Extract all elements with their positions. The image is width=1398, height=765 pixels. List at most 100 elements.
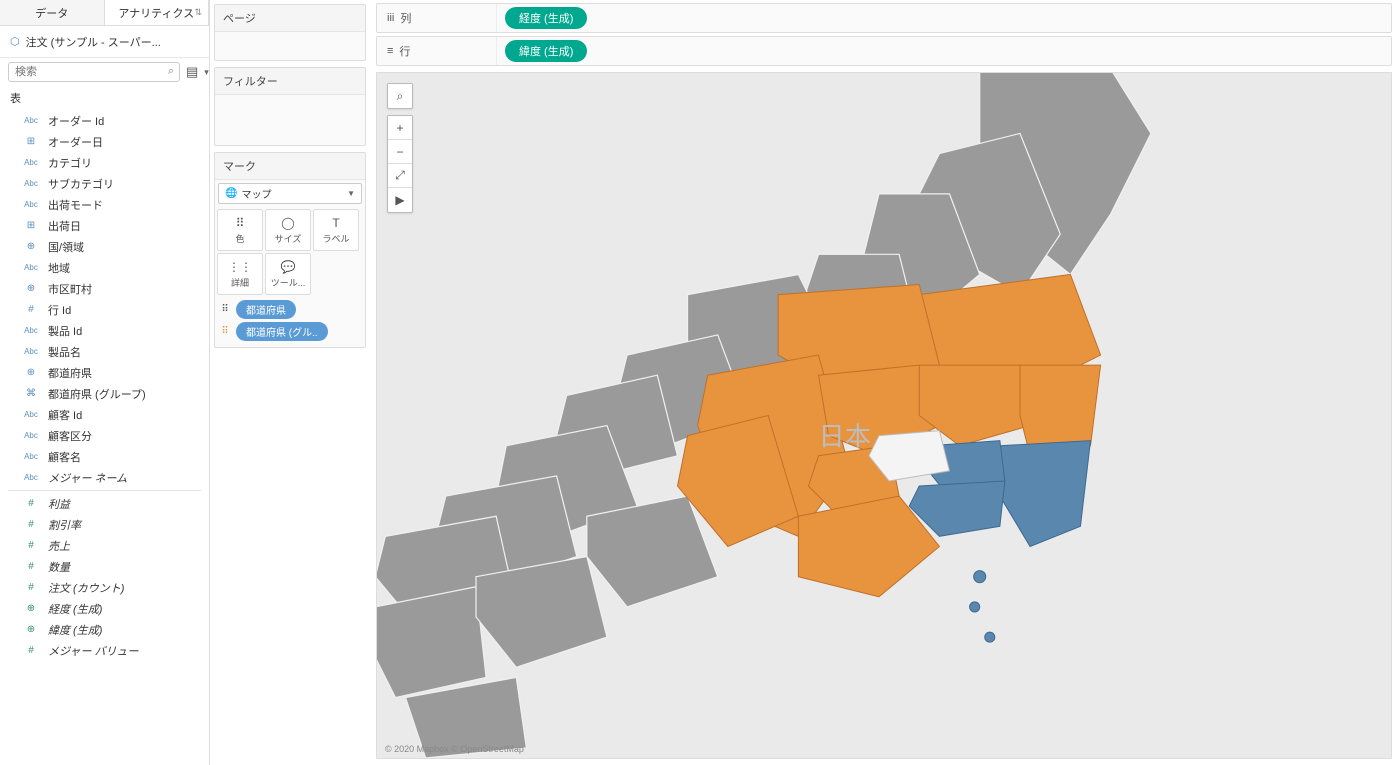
field-item[interactable]: Abc サブカテゴリ xyxy=(0,173,209,194)
field-item[interactable]: # 行 Id xyxy=(0,299,209,320)
field-label: 製品名 xyxy=(48,344,81,360)
marks-color-label: 色 xyxy=(235,232,244,245)
map-viz[interactable]: ⌕ + − ⤢ ▶ © 2020 Mapbox © OpenStreetMap xyxy=(376,72,1392,759)
chevron-right-icon: ▶ xyxy=(395,193,404,207)
viz-column: iii 列 経度 (生成) ≡ 行 緯度 (生成) xyxy=(370,0,1398,765)
marks-tooltip-label: ツール... xyxy=(271,276,306,289)
columns-shelf[interactable]: iii 列 経度 (生成) xyxy=(376,3,1392,33)
field-menu-dropdown[interactable]: ▾ xyxy=(204,67,209,78)
field-label: 国/領域 xyxy=(48,239,84,255)
columns-pill[interactable]: 経度 (生成) xyxy=(505,7,587,29)
field-item[interactable]: #メジャー バリュー xyxy=(0,640,209,661)
search-input[interactable] xyxy=(8,62,180,82)
field-item[interactable]: Abc製品名 xyxy=(0,341,209,362)
columns-label: 列 xyxy=(400,10,411,26)
field-label: オーダー日 xyxy=(48,134,103,150)
Abc-icon: Abc xyxy=(22,326,40,335)
filters-title: フィルター xyxy=(215,68,365,95)
marks-detail-label: 詳細 xyxy=(231,276,249,289)
field-item[interactable]: Abcカテゴリ xyxy=(0,152,209,173)
filters-shelf[interactable] xyxy=(215,95,365,145)
field-item[interactable]: ⊕ 市区町村 xyxy=(0,278,209,299)
map-search-button[interactable]: ⌕ xyxy=(388,84,412,108)
field-item[interactable]: #売上 xyxy=(0,535,209,556)
field-item[interactable]: #割引率 xyxy=(0,514,209,535)
date-icon: ⊞ xyxy=(22,136,40,147)
field-item[interactable]: Abcオーダー Id xyxy=(0,110,209,131)
marks-detail-button[interactable]: ⋮⋮ 詳細 xyxy=(217,253,263,295)
field-label: 市区町村 xyxy=(48,281,92,297)
date-icon: ⊞ xyxy=(22,220,40,231)
field-item[interactable]: Abcメジャー ネーム xyxy=(0,467,209,488)
field-label: 行 Id xyxy=(48,302,71,318)
field-label: 都道府県 (グループ) xyxy=(48,386,146,402)
marks-color-button[interactable]: ⠿ 色 xyxy=(217,209,263,251)
marks-size-button[interactable]: ◯ サイズ xyxy=(265,209,311,251)
tab-data[interactable]: データ xyxy=(0,0,105,25)
size-icon: ◯ xyxy=(281,216,294,230)
color-icon: ⠿ xyxy=(236,216,245,230)
rows-pill[interactable]: 緯度 (生成) xyxy=(505,40,587,62)
map-zoom-in-button[interactable]: + xyxy=(388,116,412,140)
hash-icon: # xyxy=(22,582,40,593)
tables-header: 表 xyxy=(0,86,209,110)
field-item[interactable]: ⊕都道府県 xyxy=(0,362,209,383)
field-item[interactable]: ⊕経度 (生成) xyxy=(0,598,209,619)
clip-icon: ⌘ xyxy=(22,388,40,399)
field-item[interactable]: Abc製品 Id xyxy=(0,320,209,341)
field-item[interactable]: ⊞ オーダー日 xyxy=(0,131,209,152)
Abc-icon: Abc xyxy=(22,263,40,272)
datasource-selector[interactable]: ⬡ 注文 (サンプル - スーパー... xyxy=(0,26,209,58)
datasource-icon: ⬡ xyxy=(10,35,20,48)
field-item[interactable]: #数量 xyxy=(0,556,209,577)
field-item[interactable]: Abc 顧客区分 xyxy=(0,425,209,446)
field-label: 出荷モード xyxy=(48,197,103,213)
field-label: 注文 (カウント) xyxy=(48,580,124,596)
columns-icon: iii xyxy=(387,12,394,24)
field-item[interactable]: Abc出荷モード xyxy=(0,194,209,215)
field-label: 顧客 Id xyxy=(48,407,82,423)
field-item[interactable]: ⊕緯度 (生成) xyxy=(0,619,209,640)
data-panel: データ アナリティクス ⇅ ⬡ 注文 (サンプル - スーパー... ⌕ ▤ ▾… xyxy=(0,0,210,765)
field-label: 都道府県 xyxy=(48,365,92,381)
map-zoom-out-button[interactable]: − xyxy=(388,140,412,164)
Abc-icon: Abc xyxy=(22,431,40,440)
Abc-icon: Abc xyxy=(22,179,40,188)
globe-icon: ⊕ xyxy=(22,283,40,294)
hash-icon: # xyxy=(22,519,40,530)
field-item[interactable]: ⊕国/領域 xyxy=(0,236,209,257)
mark-type-label: マップ xyxy=(241,186,271,201)
view-toggle-icon[interactable]: ▤ xyxy=(186,64,198,80)
tab-analytics[interactable]: アナリティクス ⇅ xyxy=(105,0,210,25)
mark-type-dropdown[interactable]: 🌐 マップ ▼ xyxy=(218,183,362,204)
marks-title: マーク xyxy=(215,153,365,180)
field-label: サブカテゴリ xyxy=(48,176,114,192)
detail-pill[interactable]: 都道府県 xyxy=(236,300,296,319)
field-item[interactable]: Abc顧客名 xyxy=(0,446,209,467)
field-label: 利益 xyxy=(48,496,70,512)
field-item[interactable]: ⊞出荷日 xyxy=(0,215,209,236)
pages-title: ページ xyxy=(215,5,365,32)
color-pill[interactable]: 都道府県 (グル.. xyxy=(236,322,328,341)
map-tools-button[interactable]: ▶ xyxy=(388,188,412,212)
field-item[interactable]: Abc地域 xyxy=(0,257,209,278)
minus-icon: − xyxy=(396,145,403,159)
field-item[interactable]: #利益 xyxy=(0,493,209,514)
pages-shelf[interactable] xyxy=(215,32,365,60)
Abc-icon: Abc xyxy=(22,116,40,125)
map-zoom-home-button[interactable]: ⤢ xyxy=(388,164,412,188)
rows-shelf[interactable]: ≡ 行 緯度 (生成) xyxy=(376,36,1392,66)
field-item[interactable]: ⌘ 都道府県 (グループ) xyxy=(0,383,209,404)
marks-size-label: サイズ xyxy=(275,232,302,245)
Abc-icon: Abc xyxy=(22,473,40,482)
field-item[interactable]: Abc顧客 Id xyxy=(0,404,209,425)
marks-tooltip-button[interactable]: 💬 ツール... xyxy=(265,253,311,295)
field-label: 経度 (生成) xyxy=(48,601,102,617)
field-label: 数量 xyxy=(48,559,70,575)
tooltip-icon: 💬 xyxy=(281,260,296,274)
field-item[interactable]: # 注文 (カウント) xyxy=(0,577,209,598)
marks-label-button[interactable]: T ラベル xyxy=(313,209,359,251)
globe-icon: ⊕ xyxy=(22,624,40,635)
hash-icon: # xyxy=(22,304,40,315)
field-label: 顧客区分 xyxy=(48,428,92,444)
